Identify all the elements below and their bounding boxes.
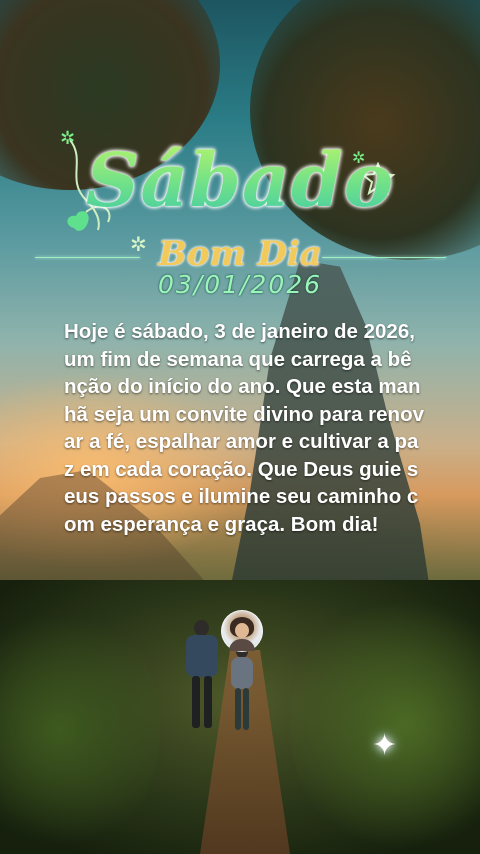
child-silhouette <box>228 645 256 735</box>
adult-silhouette <box>180 620 224 730</box>
greeting-card: ✲ ✲ ✲ ✦ Sábado Bom Dia 03/01/2026 Hoje é… <box>0 0 480 854</box>
date-label: 03/01/2026 <box>157 270 323 299</box>
message-text: Hoje é sábado, 3 de janeiro de 2026, um … <box>64 320 425 536</box>
greeting-subtitle: Bom Dia <box>158 234 322 274</box>
avatar[interactable] <box>221 610 263 652</box>
sparkle-icon: ✦ <box>372 728 398 763</box>
day-title: Sábado <box>0 138 480 224</box>
